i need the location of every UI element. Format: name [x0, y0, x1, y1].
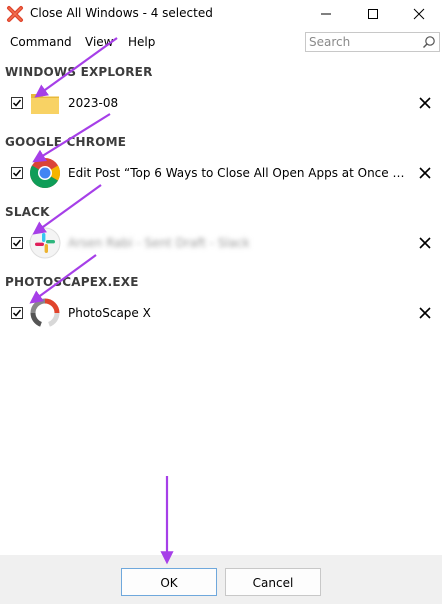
list-item[interactable]: PhotoScape X	[0, 296, 442, 330]
close-item-icon[interactable]	[417, 95, 433, 111]
search-placeholder: Search	[309, 35, 351, 49]
group-title-google-chrome: GOOGLE CHROME	[5, 135, 127, 149]
menu-view[interactable]: View	[85, 35, 113, 49]
dialog-footer: OK Cancel	[0, 555, 442, 604]
folder-icon	[31, 94, 59, 114]
menu-command[interactable]: Command	[10, 35, 72, 49]
checkmark-icon	[12, 99, 22, 107]
window-title: Close All Windows - 4 selected	[30, 6, 213, 20]
close-item-icon[interactable]	[417, 305, 433, 321]
item-label: 2023-08	[68, 96, 119, 110]
checkmark-icon	[12, 169, 22, 177]
red-x-icon	[7, 6, 23, 22]
maximize-button[interactable]	[350, 0, 396, 28]
maximize-icon	[368, 9, 378, 19]
list-item[interactable]: 2023-08	[0, 86, 442, 120]
title-bar: Close All Windows - 4 selected	[0, 0, 442, 28]
search-input[interactable]: Search	[305, 32, 440, 52]
item-label: PhotoScape X	[68, 306, 151, 320]
list-item[interactable]: Edit Post “Top 6 Ways to Close All Open …	[0, 156, 442, 190]
menu-help[interactable]: Help	[128, 35, 155, 49]
item-checkbox[interactable]	[11, 167, 23, 179]
item-checkbox[interactable]	[11, 97, 23, 109]
cancel-button[interactable]: Cancel	[225, 568, 321, 596]
item-label: Edit Post “Top 6 Ways to Close All Open …	[68, 166, 408, 180]
group-title-photoscapex: PHOTOSCAPEX.EXE	[5, 275, 139, 289]
checkmark-icon	[12, 239, 22, 247]
minimize-button[interactable]	[303, 0, 349, 28]
chrome-icon	[29, 158, 61, 188]
minimize-icon	[321, 13, 331, 15]
checkmark-icon	[12, 309, 22, 317]
item-label: Arsen Rabi - Sent Draft - Slack	[68, 236, 250, 250]
search-icon[interactable]	[422, 35, 436, 49]
list-item[interactable]: Arsen Rabi - Sent Draft - Slack	[0, 226, 442, 260]
photoscape-icon	[30, 298, 60, 327]
close-item-icon[interactable]	[417, 165, 433, 181]
slack-icon	[29, 227, 61, 259]
ok-button[interactable]: OK	[121, 568, 217, 596]
item-checkbox[interactable]	[11, 237, 23, 249]
item-checkbox[interactable]	[11, 307, 23, 319]
close-window-button[interactable]	[396, 0, 442, 28]
group-title-windows-explorer: WINDOWS EXPLORER	[5, 65, 153, 79]
close-icon	[413, 8, 425, 20]
close-item-icon[interactable]	[417, 235, 433, 251]
group-title-slack: SLACK	[5, 205, 50, 219]
